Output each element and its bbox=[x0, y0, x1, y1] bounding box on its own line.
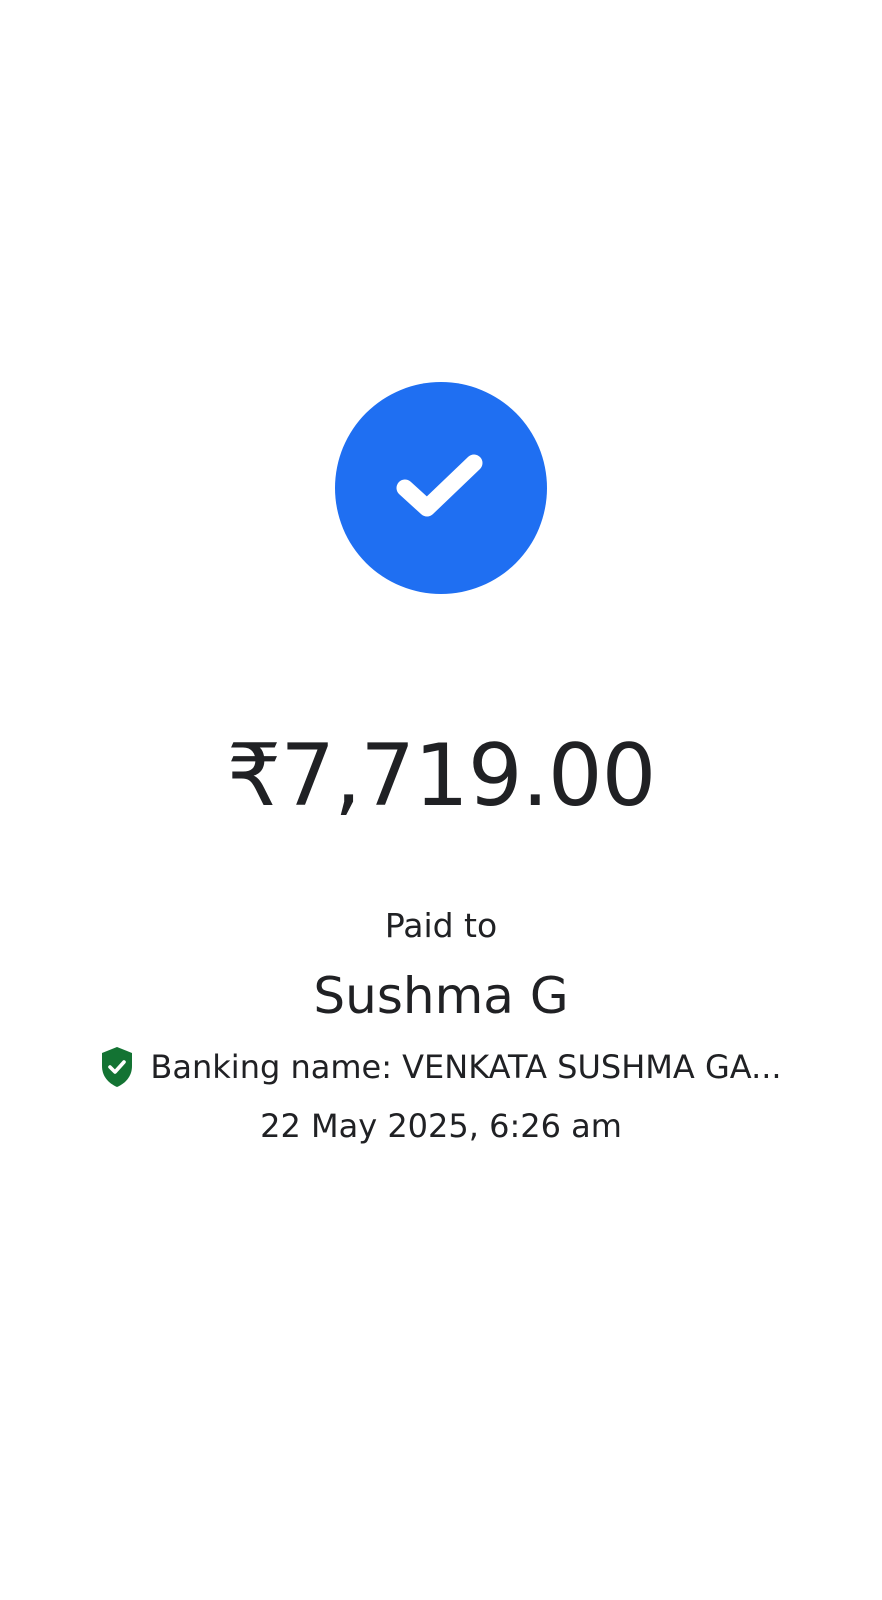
payment-amount: ₹7,719.00 bbox=[226, 726, 657, 826]
paid-to-label: Paid to bbox=[384, 906, 498, 945]
banking-name-row: Banking name: VENKATA SUSHMA GA... bbox=[0, 1044, 882, 1090]
payee-name: Sushma G bbox=[313, 967, 569, 1025]
banking-name: Banking name: VENKATA SUSHMA GA... bbox=[150, 1048, 782, 1086]
verified-shield-icon bbox=[102, 1047, 133, 1087]
checkmark-icon bbox=[396, 454, 483, 517]
success-badge bbox=[335, 382, 547, 594]
payment-datetime: 22 May 2025, 6:26 am bbox=[260, 1107, 622, 1145]
